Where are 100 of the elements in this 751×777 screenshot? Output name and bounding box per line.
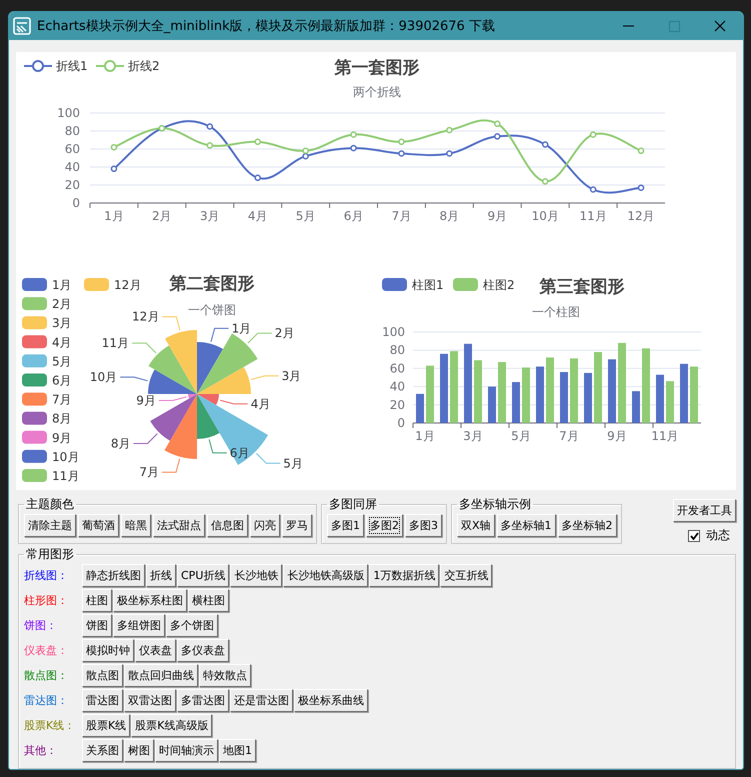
legend-label[interactable]: 4月 [52, 335, 72, 350]
chart-button[interactable]: 多仪表盘 [177, 639, 229, 662]
minimize-icon[interactable] [622, 25, 634, 27]
theme-button[interactable]: 信息图 [207, 514, 248, 537]
axis-label: 0 [396, 416, 404, 430]
slice-label: 3月 [282, 368, 302, 383]
leader-line [120, 376, 148, 382]
axis-label: 5月 [296, 209, 316, 223]
theme-button[interactable]: 清除主题 [24, 514, 76, 537]
chart-button[interactable]: 静态折线图 [82, 564, 145, 587]
slice-label: 7月 [139, 465, 160, 480]
leader-line [132, 342, 156, 354]
chart-button[interactable]: 多图2 [366, 514, 403, 537]
chart-button[interactable]: 多图3 [405, 514, 442, 537]
chart-button[interactable]: 多雷达图 [177, 689, 229, 712]
chart-button[interactable]: 双X轴 [457, 514, 495, 537]
chart-button[interactable]: 多组饼图 [113, 614, 165, 637]
checkbox[interactable] [688, 530, 700, 542]
chart-button[interactable]: 时间轴演示 [155, 739, 218, 762]
theme-button[interactable]: 罗马 [282, 514, 312, 537]
bar [690, 366, 698, 423]
legend-label[interactable]: 6月 [52, 374, 72, 388]
chart-button[interactable]: 交互折线 [440, 564, 492, 587]
axis-label: 1月 [104, 209, 124, 223]
axis-label: 3月 [462, 429, 482, 443]
legend-label[interactable]: 柱图1 [412, 278, 444, 292]
chart-button[interactable]: 多个饼图 [166, 614, 218, 637]
theme-button[interactable]: 葡萄酒 [78, 514, 119, 537]
legend-label[interactable]: 11月 [52, 469, 80, 483]
theme-button[interactable]: 暗黑 [121, 514, 151, 537]
point [302, 152, 309, 160]
axis-label: 100 [382, 325, 404, 339]
legend-label[interactable]: 柱图2 [482, 278, 514, 292]
chart-button[interactable]: 横柱图 [188, 589, 229, 612]
chart-button[interactable]: 多图1 [327, 514, 364, 537]
legend-label[interactable]: 5月 [52, 354, 72, 368]
leader-line [256, 452, 281, 464]
axis-label: 6月 [344, 209, 364, 223]
theme-button[interactable]: 闪亮 [250, 514, 280, 537]
chart-button[interactable]: 柱图 [82, 589, 112, 612]
leader-line [250, 375, 280, 380]
close-icon[interactable] [714, 20, 726, 32]
legend-label[interactable]: 10月 [52, 450, 80, 464]
chart-button[interactable]: 多坐标轴2 [558, 514, 617, 537]
legend-label[interactable]: 3月 [52, 316, 72, 330]
chart-button[interactable]: CPU折线 [177, 564, 230, 587]
chart-button[interactable]: 散点图 [82, 664, 123, 687]
legend-label[interactable]: 9月 [52, 430, 72, 445]
chart-button[interactable]: 模拟时钟 [82, 639, 134, 662]
point [494, 120, 501, 128]
category-label: 柱形图： [24, 593, 69, 608]
category-label: 股票K线： [24, 718, 76, 733]
bar [608, 359, 616, 423]
chart-button[interactable]: 股票K线高级版 [131, 714, 212, 737]
chart-button[interactable]: 树图 [124, 739, 154, 762]
legend-label[interactable]: 8月 [52, 412, 72, 426]
theme-button[interactable]: 法式甜点 [153, 514, 205, 537]
axis-label: 7月 [392, 209, 412, 223]
legend-label[interactable]: 折线1 [56, 59, 88, 73]
chart-button[interactable]: 散点回归曲线 [124, 664, 198, 687]
point [638, 148, 644, 154]
legend-label[interactable]: 1月 [52, 278, 72, 292]
legend-label[interactable]: 折线2 [128, 59, 160, 73]
chart-button[interactable]: 极坐标系曲线 [294, 689, 368, 712]
devtools-button[interactable]: 开发者工具 [673, 499, 736, 522]
chart-button[interactable]: 极坐标系柱图 [113, 589, 187, 612]
slice-label: 6月 [230, 446, 250, 460]
category-label: 散点图： [24, 668, 69, 683]
chart-button[interactable]: 折线 [146, 564, 176, 587]
legend-label[interactable]: 2月 [52, 297, 72, 312]
category-label: 其他： [24, 743, 58, 758]
chart-button[interactable]: 仪表盘 [135, 639, 176, 662]
point [590, 131, 596, 138]
chart-button[interactable]: 饼图 [82, 614, 112, 637]
legend-label[interactable]: 12月 [114, 278, 142, 292]
chart-button[interactable]: 关系图 [82, 739, 123, 762]
slice-label: 10月 [90, 370, 118, 384]
chart-button[interactable]: 双雷达图 [124, 689, 176, 712]
leader-line [162, 316, 180, 331]
bar [666, 381, 674, 423]
axis-label: 20 [389, 398, 404, 412]
axis-label: 8月 [440, 209, 460, 223]
chart-button[interactable]: 特效散点 [199, 664, 251, 687]
leader-line [210, 328, 230, 342]
legend-label[interactable]: 7月 [52, 392, 72, 407]
bar [522, 368, 530, 423]
bar [680, 364, 688, 423]
chart-button[interactable]: 长沙地铁 [230, 564, 282, 587]
chart-button[interactable]: 1万数据折线 [369, 564, 440, 587]
chart-button[interactable]: 地图1 [219, 739, 256, 762]
chart-button[interactable]: 多坐标轴1 [496, 514, 556, 537]
bar [536, 366, 544, 423]
chart-button[interactable]: 股票K线 [82, 714, 130, 737]
chart-button[interactable]: 雷达图 [82, 689, 123, 712]
chart-button[interactable]: 还是雷达图 [230, 689, 293, 712]
axis-label: 5月 [510, 429, 530, 443]
chart-button[interactable]: 长沙地铁高级版 [283, 564, 368, 587]
slice-label: 8月 [110, 436, 130, 450]
leader-line [247, 332, 272, 344]
slice-label: 2月 [274, 326, 294, 340]
